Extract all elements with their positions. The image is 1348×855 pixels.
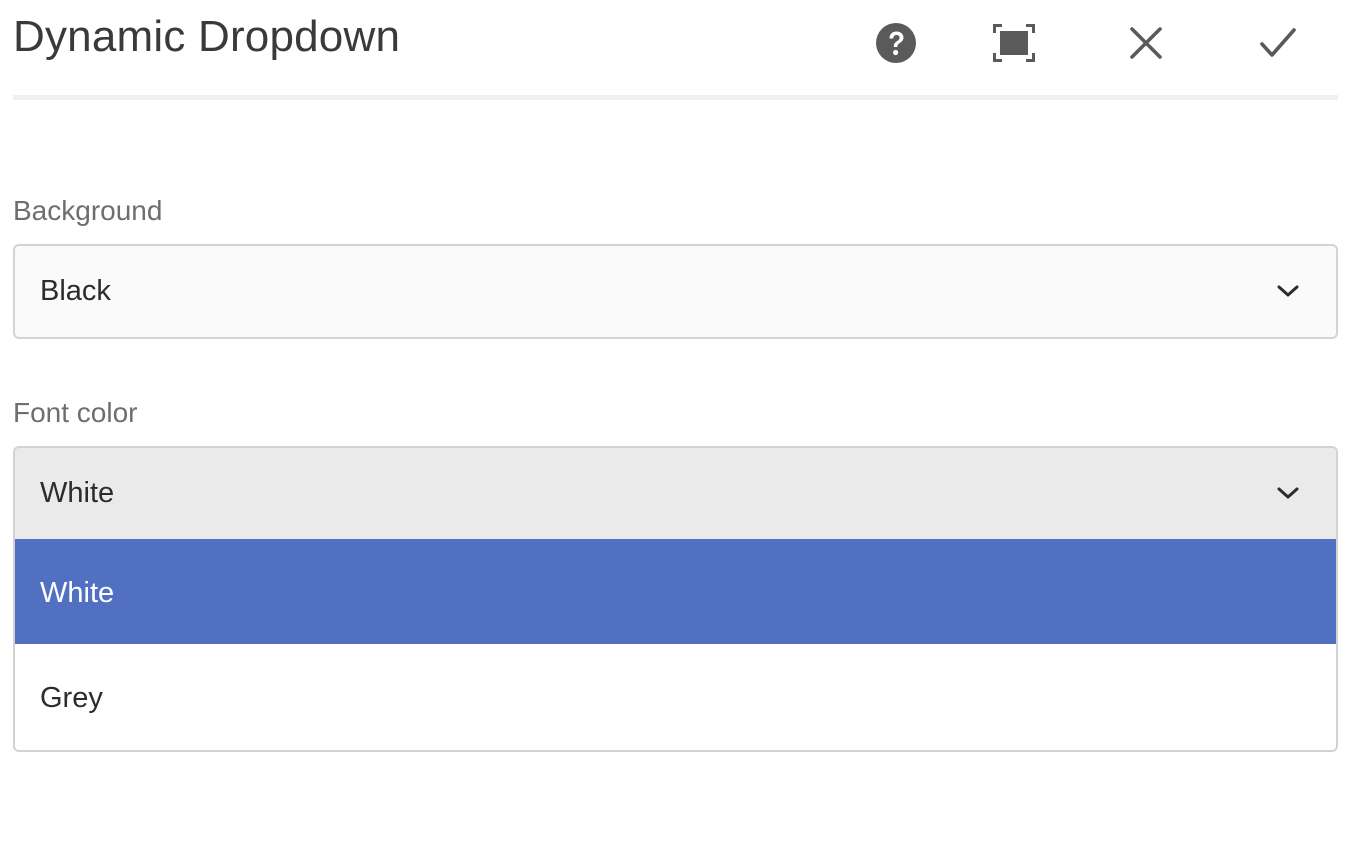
- font-color-select-value: White: [40, 477, 115, 509]
- option-white[interactable]: White: [15, 539, 1336, 644]
- option-label: Grey: [40, 682, 103, 714]
- dialog-title: Dynamic Dropdown: [13, 12, 401, 61]
- option-label: White: [40, 577, 115, 609]
- dialog: Dynamic Dropdown Background Black Font c…: [0, 0, 1348, 855]
- header-divider: [13, 95, 1338, 100]
- background-label: Background: [13, 195, 163, 226]
- fullscreen-button[interactable]: [991, 20, 1037, 66]
- close-button[interactable]: [1123, 20, 1169, 66]
- checkmark-icon: [1260, 28, 1296, 57]
- help-button[interactable]: [873, 20, 919, 66]
- font-color-label: Font color: [13, 397, 138, 428]
- chevron-down-icon: [1277, 487, 1299, 499]
- fullscreen-icon: [993, 24, 1035, 62]
- help-icon: [876, 23, 916, 63]
- done-button[interactable]: [1255, 20, 1301, 66]
- close-icon: [1130, 27, 1162, 59]
- font-color-options-list: White Grey: [13, 539, 1338, 752]
- background-select-value: Black: [40, 275, 111, 307]
- option-grey[interactable]: Grey: [15, 644, 1336, 749]
- font-color-select[interactable]: White: [13, 446, 1338, 541]
- dialog-header: Dynamic Dropdown: [13, 0, 1338, 95]
- chevron-down-icon: [1277, 285, 1299, 297]
- background-select[interactable]: Black: [13, 244, 1338, 339]
